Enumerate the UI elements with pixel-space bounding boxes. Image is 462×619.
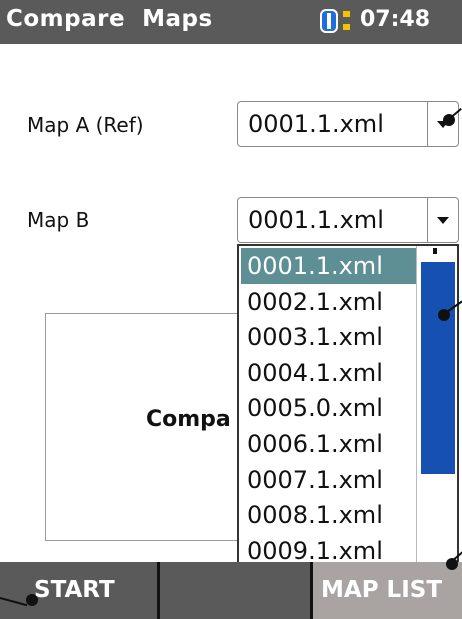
list-item[interactable]: 0003.1.xml	[241, 319, 417, 355]
map-b-value: 0001.1.xml	[248, 206, 384, 234]
list-item[interactable]: 0007.1.xml	[241, 462, 417, 498]
map-b-dropdown-button[interactable]	[427, 198, 458, 242]
list-item[interactable]: 0006.1.xml	[241, 426, 417, 462]
callout-dot	[26, 594, 38, 606]
list-item[interactable]: 0008.1.xml	[241, 497, 417, 533]
start-button[interactable]: START	[0, 562, 160, 619]
list-item[interactable]: 0004.1.xml	[241, 355, 417, 391]
clock: 07:48	[360, 7, 431, 32]
map-b-label: Map B	[27, 208, 90, 232]
softkey-bar: START MAP LIST	[0, 562, 462, 619]
compare-panel-text: Compa	[146, 407, 231, 432]
map-a-dropdown[interactable]: 0001.1.xml	[237, 101, 459, 147]
map-list-button[interactable]: MAP LIST	[313, 562, 462, 619]
title-bar: Compare Maps 07:48	[0, 0, 462, 44]
list-item[interactable]: 0009.1.xml	[241, 533, 417, 562]
list-item[interactable]: 0001.1.xml	[241, 248, 417, 284]
scrollbar[interactable]	[416, 246, 455, 562]
map-b-options-list[interactable]: 0001.1.xml 0002.1.xml 0003.1.xml 0004.1.xml…	[237, 244, 459, 564]
map-b-dropdown[interactable]: 0001.1.xml	[237, 197, 459, 243]
list-item[interactable]: 0002.1.xml	[241, 284, 417, 320]
chevron-down-icon	[437, 217, 449, 224]
page-title: Compare Maps	[6, 6, 213, 32]
list-item[interactable]: 0005.0.xml	[241, 390, 417, 426]
scrollbar-thumb[interactable]	[421, 262, 455, 474]
map-a-label: Map A (Ref)	[27, 113, 144, 137]
softkey-middle[interactable]	[160, 562, 313, 619]
scroll-up-arrow-icon[interactable]	[433, 248, 437, 254]
battery-icon	[320, 9, 352, 35]
map-a-value: 0001.1.xml	[248, 110, 384, 138]
